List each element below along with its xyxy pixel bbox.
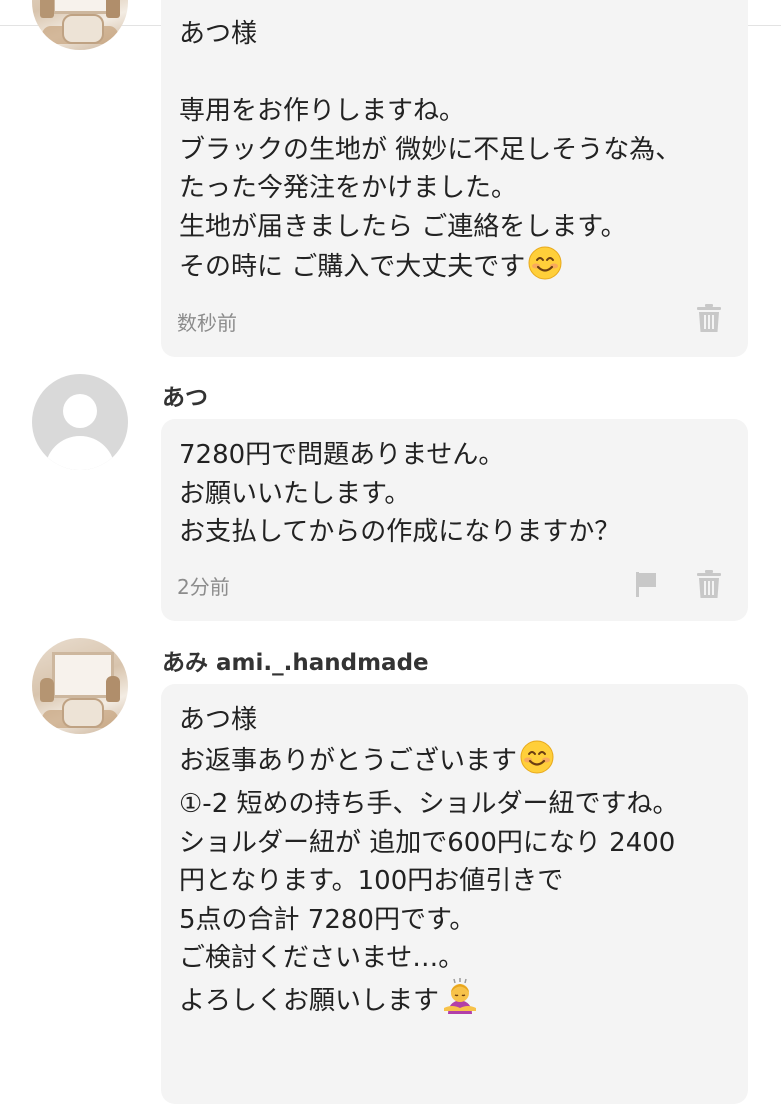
message-timestamp: 2分前 [177, 575, 230, 599]
avatar-bag [62, 698, 104, 728]
avatar-vase [106, 676, 120, 702]
message-bubble-3: あつ様 お返事ありがとうございます ①-2 短めの持ち手、ショルダー紐ですね。 … [161, 684, 748, 1104]
message-body: ①-2 短めの持ち手、ショルダー紐ですね。 ショルダー紐が 追加で600円になり… [179, 789, 679, 973]
smiling-face-emoji [520, 740, 554, 786]
message-bubble-1: あつ様 専用をお作りしますね。 ブラックの生地が 微妙に不足しそうな為、 たった… [161, 0, 748, 357]
avatar-seller-top[interactable] [32, 0, 128, 50]
message-text: 7280円で問題ありません。 お願いいたします。 お支払してからの作成になります… [179, 440, 621, 547]
message-timestamp: 数秒前 [177, 311, 237, 335]
avatar-frame [52, 0, 114, 14]
username-buyer[interactable]: あつ [162, 378, 208, 412]
avatar-buyer[interactable] [32, 374, 128, 470]
message-line: よろしくお願いします [179, 985, 440, 1016]
avatar-bag [62, 14, 104, 44]
trash-icon[interactable] [696, 303, 722, 333]
username-seller[interactable]: あみ ami._.handmade [162, 643, 429, 677]
avatar-vase [40, 0, 54, 18]
avatar-head [63, 394, 97, 428]
avatar-seller[interactable] [32, 638, 128, 734]
avatar-frame [52, 652, 114, 698]
message-text: あつ様 お返事ありがとうございます ①-2 短めの持ち手、ショルダー紐ですね。 … [179, 701, 747, 1025]
avatar-shoulders [45, 436, 115, 470]
smiling-face-emoji [528, 246, 562, 292]
message-text: あつ様 専用をお作りしますね。 ブラックの生地が 微妙に不足しそうな為、 たった… [179, 15, 747, 292]
flag-icon[interactable] [634, 570, 658, 598]
message-line: お返事ありがとうございます [179, 745, 518, 776]
message-bubble-2: 7280円で問題ありません。 お願いいたします。 お支払してからの作成になります… [161, 419, 748, 621]
trash-icon[interactable] [696, 569, 722, 599]
avatar-vase [40, 678, 54, 702]
message-line: あつ様 [179, 705, 258, 735]
avatar-vase [106, 0, 120, 18]
person-bowing-emoji [442, 977, 478, 1026]
